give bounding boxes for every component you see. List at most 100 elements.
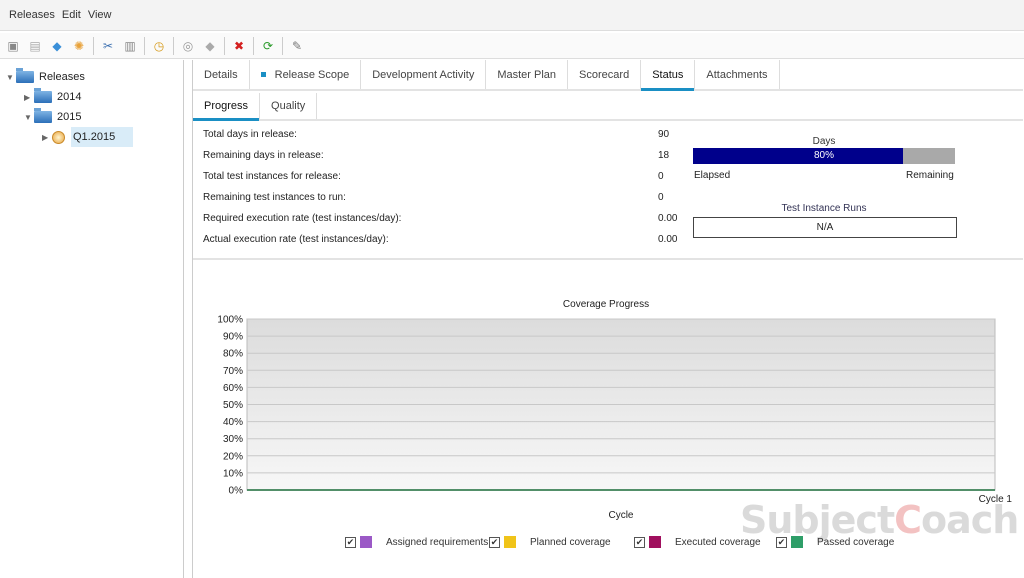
expand-arrow-icon[interactable]: ▼	[6, 73, 16, 82]
tab-label: Scorecard	[579, 68, 630, 81]
stat-label: Total test instances for release:	[203, 171, 341, 182]
tab-label: Master Plan	[497, 68, 557, 81]
legend-swatch	[791, 536, 803, 548]
subtab-progress[interactable]: Progress	[193, 93, 261, 121]
stat-value: 0.00	[658, 213, 678, 224]
stat-value: 90	[658, 129, 670, 140]
folder-icon	[16, 68, 34, 83]
legend-checkbox[interactable]: ✔	[776, 536, 787, 548]
stat-row: Remaining days in release: 18	[203, 150, 688, 164]
menu-view[interactable]: View	[88, 9, 112, 21]
collapse-arrow-icon[interactable]: ▶	[24, 93, 34, 102]
stat-row: Remaining test instances to run: 0	[203, 192, 688, 206]
divider	[193, 258, 1023, 260]
new-release-icon[interactable]: ▤	[27, 38, 43, 54]
legend-checkbox[interactable]: ✔	[489, 536, 500, 548]
paste-icon[interactable]: ▥	[122, 38, 138, 54]
tab-label: Development Activity	[372, 68, 475, 81]
tab-label: Progress	[204, 100, 249, 112]
new-cycle-icon[interactable]: ◆	[49, 38, 65, 54]
tab-bar: Details Release Scope Development Activity…	[193, 60, 1023, 91]
legend-checkbox[interactable]: ✔	[345, 536, 356, 548]
stat-label: Remaining days in release:	[203, 150, 324, 161]
stat-label: Required execution rate (test instances/…	[203, 213, 402, 224]
legend-swatch	[360, 536, 372, 548]
menu-edit[interactable]: Edit	[62, 9, 81, 21]
tab-label: Status	[652, 68, 684, 81]
stat-value: 0	[658, 171, 664, 182]
legend-label: Assigned requirements	[386, 536, 489, 548]
diamond-icon[interactable]: ◆	[202, 38, 218, 54]
legend-label: Executed coverage	[675, 536, 761, 548]
toolbar-separator	[173, 36, 174, 55]
test-instance-runs-box: N/A	[693, 217, 957, 238]
toolbar-separator	[282, 36, 283, 55]
folder-icon	[34, 88, 52, 103]
stat-row: Total test instances for release: 0	[203, 171, 688, 185]
stat-label: Remaining test instances to run:	[203, 192, 346, 203]
elapsed-label: Elapsed	[694, 170, 731, 181]
tab-label: Details	[204, 68, 238, 81]
stat-value: 0	[658, 192, 664, 203]
legend-label: Planned coverage	[530, 536, 611, 548]
tab-master-plan[interactable]: Master Plan	[486, 60, 569, 89]
release-tree: ▼ Releases ▶ 2014 ▼ 2015 ▶ Q1.2015	[0, 60, 184, 578]
days-title: Days	[812, 136, 836, 147]
subtab-quality[interactable]: Quality	[260, 93, 318, 119]
stat-value: 0.00	[658, 234, 678, 245]
legend-item: ✔ Executed coverage	[634, 536, 761, 548]
legend-checkbox[interactable]: ✔	[634, 536, 645, 548]
legend-item: ✔ Passed coverage	[776, 536, 894, 548]
stat-label: Actual execution rate (test instances/da…	[203, 234, 389, 245]
tree-node-2014[interactable]: ▶ 2014	[24, 88, 81, 106]
tree-node-releases[interactable]: ▼ Releases	[6, 68, 85, 86]
cut-icon[interactable]: ✂	[100, 38, 116, 54]
menu-releases[interactable]: Releases	[9, 9, 55, 21]
toolbar-separator	[93, 36, 94, 55]
legend-item: ✔ Planned coverage	[489, 536, 611, 548]
tab-release-scope[interactable]: Release Scope	[250, 60, 362, 89]
tree-node-label: 2015	[57, 111, 82, 123]
tree-node-label: 2014	[57, 91, 82, 103]
legend-label: Passed coverage	[817, 536, 895, 548]
tree-node-2015[interactable]: ▼ 2015	[24, 108, 81, 126]
legend-swatch	[649, 536, 661, 548]
stat-label: Total days in release:	[203, 129, 297, 140]
tab-development-activity[interactable]: Development Activity	[361, 60, 487, 89]
subtab-bar: Progress Quality	[193, 93, 1023, 121]
delete-icon[interactable]: ✖	[231, 38, 247, 54]
release-cycle-icon	[52, 130, 65, 144]
tree-node-label: Releases	[39, 71, 85, 83]
days-percent-label: 80%	[813, 150, 834, 161]
clock-icon[interactable]: ◷	[151, 38, 167, 54]
menu-bar: Releases Edit View	[0, 0, 1024, 31]
assign-icon[interactable]: ◎	[180, 38, 196, 54]
test-instance-runs-title: Test Instance Runs	[781, 203, 867, 214]
legend-item: ✔ Assigned requirements	[345, 536, 488, 548]
refresh-icon[interactable]: ⟳	[260, 38, 276, 54]
stat-value: 18	[658, 150, 670, 161]
stat-row: Required execution rate (test instances/…	[203, 213, 688, 227]
tree-node-label: Q1.2015	[73, 131, 116, 143]
tab-details[interactable]: Details	[193, 60, 250, 89]
remaining-label: Remaining	[906, 170, 954, 181]
tab-status[interactable]: Status	[641, 60, 696, 91]
toolbar-separator	[224, 36, 225, 55]
new-folder-icon[interactable]: ▣	[5, 38, 21, 54]
expand-arrow-icon[interactable]: ▼	[24, 113, 34, 122]
stat-row: Actual execution rate (test instances/da…	[203, 234, 688, 248]
tab-label: Attachments	[706, 68, 768, 81]
toolbar-separator	[144, 36, 145, 55]
toolbar-separator	[253, 36, 254, 55]
legend-swatch	[504, 536, 516, 548]
tab-label: Release Scope	[274, 68, 350, 81]
tab-attachments[interactable]: Attachments	[695, 60, 780, 89]
tab-scorecard[interactable]: Scorecard	[568, 60, 642, 89]
folder-icon	[34, 108, 52, 123]
tree-node-q1-2015[interactable]: ▶ Q1.2015	[42, 127, 134, 147]
rollout-icon[interactable]: ✺	[71, 38, 87, 54]
days-progress-bar: 80%	[693, 148, 955, 164]
edit-icon[interactable]: ✎	[289, 38, 305, 54]
collapse-arrow-icon[interactable]: ▶	[42, 133, 52, 142]
toolbar: ▣ ▤ ◆ ✺ ✂ ▥ ◷ ◎ ◆ ✖ ⟳ ✎	[0, 33, 1024, 59]
